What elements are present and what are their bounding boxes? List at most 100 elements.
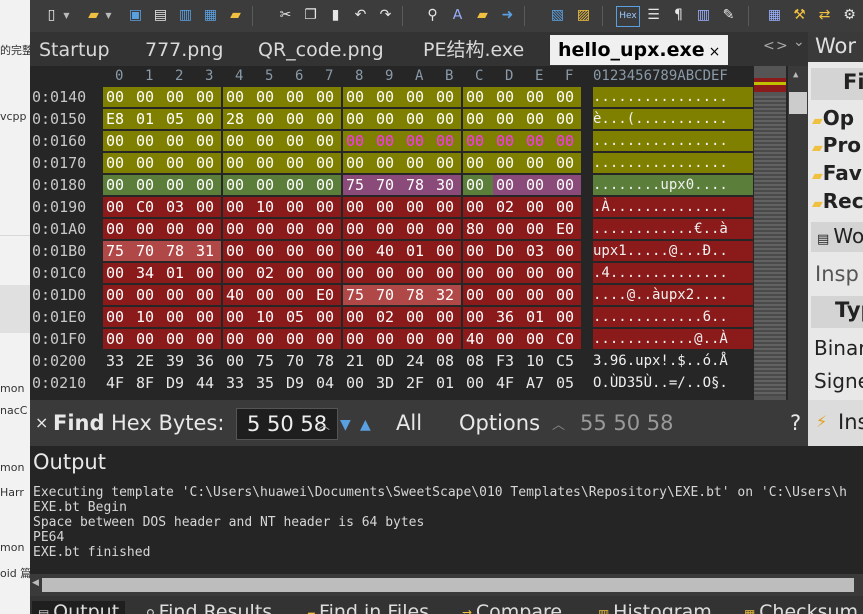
hex-byte[interactable]: 00 (436, 131, 466, 152)
hex-byte[interactable]: 00 (166, 175, 196, 196)
hex-byte[interactable]: 0D (376, 351, 406, 372)
chevron-right-icon[interactable]: > (776, 38, 788, 54)
hex-row[interactable]: 0:01B0 75 70 78 31 00 00 00 00 00 40 01 00 00 D0 03 00 up… (30, 241, 754, 262)
hex-byte[interactable]: 10 (136, 307, 166, 328)
close-file-icon[interactable]: ▦ (201, 6, 220, 25)
hex-byte[interactable]: 00 (346, 241, 376, 262)
hex-byte[interactable]: 00 (346, 263, 376, 284)
ascii-text[interactable]: upx1.....@...Ð.. (593, 241, 753, 262)
hex-byte[interactable]: 00 (256, 153, 286, 174)
hex-byte[interactable]: 00 (196, 153, 226, 174)
tools-icon[interactable]: ⚒ (790, 6, 809, 25)
hex-byte[interactable]: 00 (346, 153, 376, 174)
hex-byte[interactable]: 00 (436, 263, 466, 284)
hex-byte[interactable]: 00 (226, 329, 256, 350)
hex-byte[interactable]: 00 (166, 329, 196, 350)
hex-byte[interactable]: 00 (346, 87, 376, 108)
hex-row[interactable]: 0:0200 33 2E 39 36 00 75 70 78 21 0D 24 08 08 F3 10 C5 3.… (30, 351, 754, 372)
goto-icon[interactable]: ➜ (498, 6, 517, 25)
hex-byte[interactable]: 00 (466, 109, 496, 130)
hex-byte[interactable]: 78 (166, 241, 196, 262)
hex-byte[interactable]: 00 (556, 307, 586, 328)
hex-row[interactable]: 0:0170 00 00 00 00 00 00 00 00 00 00 00 00 00 00 00 00..… (30, 153, 754, 174)
hex-byte[interactable]: 00 (136, 175, 166, 196)
hex-byte[interactable]: 00 (436, 109, 466, 130)
close-icon[interactable]: × (35, 410, 48, 436)
hex-byte[interactable]: 00 (376, 263, 406, 284)
hex-byte[interactable]: 00 (556, 285, 586, 306)
hex-byte[interactable]: 00 (436, 87, 466, 108)
workspace-tab[interactable]: ▤ Wo (811, 222, 863, 252)
hex-row[interactable]: 0:0210 4F 8F D9 44 33 35 D9 04 00 3D 2F 01 00 4F A7 05 O.… (30, 373, 754, 394)
hex-byte[interactable]: 78 (406, 175, 436, 196)
hex-byte[interactable]: 00 (166, 153, 196, 174)
find-all-button[interactable]: All (396, 410, 422, 436)
hex-byte[interactable]: 34 (136, 263, 166, 284)
hex-byte[interactable]: 05 (556, 373, 586, 394)
tab-menu-icon[interactable]: ⌄ (793, 34, 805, 50)
scroll-thumb[interactable] (789, 92, 807, 114)
hex-byte[interactable]: 00 (286, 263, 316, 284)
hex-byte[interactable]: 00 (526, 109, 556, 130)
hex-byte[interactable]: 00 (196, 307, 226, 328)
hex-byte[interactable]: 00 (106, 329, 136, 350)
hex-byte[interactable]: 00 (376, 153, 406, 174)
find-in-files-icon[interactable]: ▰ (473, 6, 492, 25)
hex-byte[interactable]: 00 (226, 307, 256, 328)
highlight-icon[interactable]: ✎ (719, 6, 738, 25)
hex-byte[interactable]: 00 (196, 329, 226, 350)
compare-icon[interactable]: ⇄ (815, 6, 834, 25)
new-file-icon[interactable]: ▯ (42, 6, 61, 25)
tab-histogram[interactable]: ▥ Histogram (598, 601, 712, 614)
hex-byte[interactable]: 00 (436, 219, 466, 240)
save-all-icon[interactable]: ▤ (151, 6, 170, 25)
hex-byte[interactable]: 10 (256, 197, 286, 218)
hex-byte[interactable]: 00 (106, 153, 136, 174)
hex-byte[interactable]: 44 (196, 373, 226, 394)
hex-byte[interactable]: 00 (106, 219, 136, 240)
hex-row[interactable]: 0:0190 00 C0 03 00 00 10 00 00 00 00 00 00 00 02 00 00 .À… (30, 197, 754, 218)
hex-byte[interactable]: 00 (556, 87, 586, 108)
hex-byte[interactable]: 00 (136, 87, 166, 108)
hex-byte[interactable]: 00 (256, 87, 286, 108)
chevron-up-icon[interactable]: ︿ (317, 413, 330, 439)
hex-byte[interactable]: 36 (496, 307, 526, 328)
script-icon[interactable]: ▨ (574, 6, 593, 25)
hex-byte[interactable]: 00 (496, 285, 526, 306)
hex-byte[interactable]: 00 (466, 131, 496, 152)
tab-hello-upx-exe[interactable]: hello_upx.exe × (550, 35, 729, 65)
hex-byte[interactable]: 00 (316, 131, 346, 152)
hex-byte[interactable]: 00 (466, 241, 496, 262)
hex-byte[interactable]: 75 (346, 285, 376, 306)
chevron-up-icon[interactable]: ︿ (552, 413, 565, 439)
hex-byte[interactable]: 00 (196, 219, 226, 240)
redo-icon[interactable]: ↷ (376, 6, 395, 25)
copy-file-icon[interactable]: ▥ (176, 6, 195, 25)
ascii-text[interactable]: è...(........... (593, 109, 753, 130)
hex-byte[interactable]: 00 (226, 241, 256, 262)
hex-byte[interactable]: 00 (256, 329, 286, 350)
tab-startup[interactable]: Startup (39, 35, 110, 65)
hex-byte[interactable]: 40 (466, 329, 496, 350)
hex-byte[interactable]: 28 (226, 109, 256, 130)
chevron-left-icon[interactable]: < (763, 38, 775, 54)
hex-row[interactable]: 0:0150 E8 01 05 00 28 00 00 00 00 00 00 00 00 00 00 00 è.… (30, 109, 754, 130)
hex-byte[interactable]: 33 (106, 351, 136, 372)
tab-checksum[interactable]: ▦ Checksum (744, 601, 858, 614)
hex-byte[interactable]: 00 (106, 197, 136, 218)
hex-byte[interactable]: E0 (316, 285, 346, 306)
hex-byte[interactable]: 00 (106, 307, 136, 328)
tab-find-in-files[interactable]: ▰ Find in Files (306, 601, 429, 614)
tab-find-results[interactable]: ⚲ Find Results (146, 601, 272, 614)
find-mode-dropdown[interactable]: Hex Bytes: (111, 410, 224, 436)
hex-byte[interactable]: 00 (226, 153, 256, 174)
hex-byte[interactable]: 40 (226, 285, 256, 306)
ascii-text[interactable]: ................ (593, 131, 753, 152)
ascii-text[interactable]: ....@..àupx2.... (593, 285, 753, 306)
hex-byte[interactable]: 00 (436, 241, 466, 262)
hex-byte[interactable]: 00 (496, 87, 526, 108)
hex-byte[interactable]: 36 (196, 351, 226, 372)
hex-byte[interactable]: 00 (406, 197, 436, 218)
hex-byte[interactable]: 75 (346, 175, 376, 196)
folder-icon[interactable]: ▰ (226, 6, 245, 25)
